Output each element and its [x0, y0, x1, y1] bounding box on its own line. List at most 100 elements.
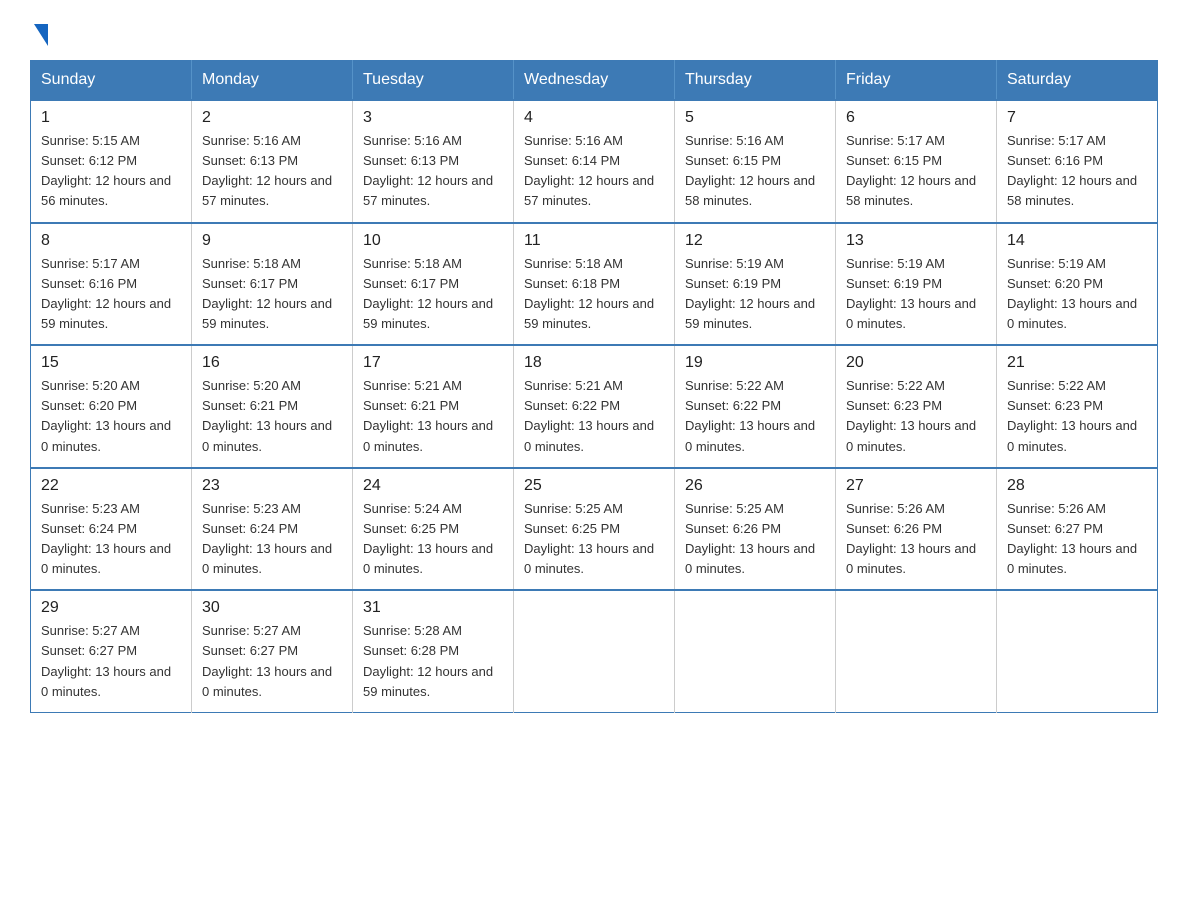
day-info: Sunrise: 5:19 AMSunset: 6:19 PMDaylight:…: [685, 254, 825, 335]
calendar-header-tuesday: Tuesday: [353, 61, 514, 101]
day-number: 15: [41, 354, 181, 372]
day-info: Sunrise: 5:24 AMSunset: 6:25 PMDaylight:…: [363, 499, 503, 580]
calendar-cell: 2 Sunrise: 5:16 AMSunset: 6:13 PMDaylight…: [192, 100, 353, 223]
calendar-cell: [514, 590, 675, 712]
day-info: Sunrise: 5:16 AMSunset: 6:15 PMDaylight:…: [685, 131, 825, 212]
day-number: 10: [363, 232, 503, 250]
calendar-cell: 23 Sunrise: 5:23 AMSunset: 6:24 PMDayligh…: [192, 468, 353, 591]
day-info: Sunrise: 5:22 AMSunset: 6:23 PMDaylight:…: [846, 376, 986, 457]
calendar-cell: [836, 590, 997, 712]
calendar-header-wednesday: Wednesday: [514, 61, 675, 101]
day-number: 22: [41, 477, 181, 495]
day-info: Sunrise: 5:23 AMSunset: 6:24 PMDaylight:…: [41, 499, 181, 580]
day-number: 7: [1007, 109, 1147, 127]
day-number: 26: [685, 477, 825, 495]
day-number: 5: [685, 109, 825, 127]
calendar-cell: 11Sunrise: 5:18 AMSunset: 6:18 PMDayligh…: [514, 223, 675, 346]
day-info: Sunrise: 5:16 AMSunset: 6:14 PMDaylight:…: [524, 131, 664, 212]
calendar-cell: 25 Sunrise: 5:25 AMSunset: 6:25 PMDayligh…: [514, 468, 675, 591]
calendar-week-row: 8 Sunrise: 5:17 AMSunset: 6:16 PMDaylight…: [31, 223, 1158, 346]
day-info: Sunrise: 5:16 AMSunset: 6:13 PMDaylight:…: [202, 131, 342, 212]
day-number: 30: [202, 599, 342, 617]
calendar-header-monday: Monday: [192, 61, 353, 101]
day-number: 3: [363, 109, 503, 127]
calendar-cell: 6 Sunrise: 5:17 AMSunset: 6:15 PMDaylight…: [836, 100, 997, 223]
day-info: Sunrise: 5:23 AMSunset: 6:24 PMDaylight:…: [202, 499, 342, 580]
calendar-cell: 14 Sunrise: 5:19 AMSunset: 6:20 PMDayligh…: [997, 223, 1158, 346]
day-info: Sunrise: 5:21 AMSunset: 6:21 PMDaylight:…: [363, 376, 503, 457]
calendar-cell: 7Sunrise: 5:17 AMSunset: 6:16 PMDaylight…: [997, 100, 1158, 223]
day-info: Sunrise: 5:20 AMSunset: 6:21 PMDaylight:…: [202, 376, 342, 457]
calendar-cell: 4 Sunrise: 5:16 AMSunset: 6:14 PMDaylight…: [514, 100, 675, 223]
calendar-cell: 15 Sunrise: 5:20 AMSunset: 6:20 PMDayligh…: [31, 345, 192, 468]
day-number: 20: [846, 354, 986, 372]
day-number: 16: [202, 354, 342, 372]
day-number: 6: [846, 109, 986, 127]
day-number: 17: [363, 354, 503, 372]
day-info: Sunrise: 5:17 AMSunset: 6:16 PMDaylight:…: [41, 254, 181, 335]
calendar-cell: 19Sunrise: 5:22 AMSunset: 6:22 PMDayligh…: [675, 345, 836, 468]
page-header: [30, 20, 1158, 42]
calendar-header-friday: Friday: [836, 61, 997, 101]
calendar-cell: 1 Sunrise: 5:15 AMSunset: 6:12 PMDaylight…: [31, 100, 192, 223]
logo: [30, 20, 48, 42]
calendar-table: SundayMondayTuesdayWednesdayThursdayFrid…: [30, 60, 1158, 713]
day-number: 24: [363, 477, 503, 495]
calendar-cell: 17 Sunrise: 5:21 AMSunset: 6:21 PMDayligh…: [353, 345, 514, 468]
day-info: Sunrise: 5:26 AMSunset: 6:27 PMDaylight:…: [1007, 499, 1147, 580]
calendar-cell: 13Sunrise: 5:19 AMSunset: 6:19 PMDayligh…: [836, 223, 997, 346]
day-info: Sunrise: 5:21 AMSunset: 6:22 PMDaylight:…: [524, 376, 664, 457]
calendar-cell: 24 Sunrise: 5:24 AMSunset: 6:25 PMDayligh…: [353, 468, 514, 591]
day-info: Sunrise: 5:27 AMSunset: 6:27 PMDaylight:…: [202, 621, 342, 702]
calendar-cell: 21Sunrise: 5:22 AMSunset: 6:23 PMDayligh…: [997, 345, 1158, 468]
day-number: 12: [685, 232, 825, 250]
calendar-cell: 22 Sunrise: 5:23 AMSunset: 6:24 PMDayligh…: [31, 468, 192, 591]
day-info: Sunrise: 5:26 AMSunset: 6:26 PMDaylight:…: [846, 499, 986, 580]
day-info: Sunrise: 5:18 AMSunset: 6:17 PMDaylight:…: [363, 254, 503, 335]
calendar-cell: 30 Sunrise: 5:27 AMSunset: 6:27 PMDayligh…: [192, 590, 353, 712]
day-info: Sunrise: 5:18 AMSunset: 6:17 PMDaylight:…: [202, 254, 342, 335]
calendar-cell: 12 Sunrise: 5:19 AMSunset: 6:19 PMDayligh…: [675, 223, 836, 346]
day-number: 9: [202, 232, 342, 250]
day-info: Sunrise: 5:17 AMSunset: 6:15 PMDaylight:…: [846, 131, 986, 212]
day-info: Sunrise: 5:15 AMSunset: 6:12 PMDaylight:…: [41, 131, 181, 212]
day-info: Sunrise: 5:16 AMSunset: 6:13 PMDaylight:…: [363, 131, 503, 212]
calendar-cell: 20 Sunrise: 5:22 AMSunset: 6:23 PMDayligh…: [836, 345, 997, 468]
day-number: 31: [363, 599, 503, 617]
day-number: 27: [846, 477, 986, 495]
day-number: 4: [524, 109, 664, 127]
calendar-header-sunday: Sunday: [31, 61, 192, 101]
day-info: Sunrise: 5:25 AMSunset: 6:26 PMDaylight:…: [685, 499, 825, 580]
calendar-cell: 5 Sunrise: 5:16 AMSunset: 6:15 PMDaylight…: [675, 100, 836, 223]
day-info: Sunrise: 5:20 AMSunset: 6:20 PMDaylight:…: [41, 376, 181, 457]
day-info: Sunrise: 5:19 AMSunset: 6:20 PMDaylight:…: [1007, 254, 1147, 335]
calendar-cell: 10 Sunrise: 5:18 AMSunset: 6:17 PMDayligh…: [353, 223, 514, 346]
day-info: Sunrise: 5:27 AMSunset: 6:27 PMDaylight:…: [41, 621, 181, 702]
calendar-cell: [997, 590, 1158, 712]
day-number: 2: [202, 109, 342, 127]
calendar-week-row: 1 Sunrise: 5:15 AMSunset: 6:12 PMDaylight…: [31, 100, 1158, 223]
day-info: Sunrise: 5:18 AMSunset: 6:18 PMDaylight:…: [524, 254, 664, 335]
calendar-cell: 16 Sunrise: 5:20 AMSunset: 6:21 PMDayligh…: [192, 345, 353, 468]
calendar-week-row: 22 Sunrise: 5:23 AMSunset: 6:24 PMDayligh…: [31, 468, 1158, 591]
day-number: 29: [41, 599, 181, 617]
day-number: 25: [524, 477, 664, 495]
calendar-header-thursday: Thursday: [675, 61, 836, 101]
day-info: Sunrise: 5:25 AMSunset: 6:25 PMDaylight:…: [524, 499, 664, 580]
calendar-header-saturday: Saturday: [997, 61, 1158, 101]
day-number: 14: [1007, 232, 1147, 250]
calendar-cell: 28Sunrise: 5:26 AMSunset: 6:27 PMDayligh…: [997, 468, 1158, 591]
day-number: 21: [1007, 354, 1147, 372]
day-number: 18: [524, 354, 664, 372]
calendar-week-row: 29 Sunrise: 5:27 AMSunset: 6:27 PMDayligh…: [31, 590, 1158, 712]
day-number: 8: [41, 232, 181, 250]
calendar-cell: 9 Sunrise: 5:18 AMSunset: 6:17 PMDaylight…: [192, 223, 353, 346]
day-number: 1: [41, 109, 181, 127]
calendar-cell: 3 Sunrise: 5:16 AMSunset: 6:13 PMDaylight…: [353, 100, 514, 223]
calendar-header-row: SundayMondayTuesdayWednesdayThursdayFrid…: [31, 61, 1158, 101]
calendar-cell: 8 Sunrise: 5:17 AMSunset: 6:16 PMDaylight…: [31, 223, 192, 346]
day-number: 23: [202, 477, 342, 495]
calendar-cell: [675, 590, 836, 712]
day-info: Sunrise: 5:22 AMSunset: 6:22 PMDaylight:…: [685, 376, 825, 457]
day-number: 13: [846, 232, 986, 250]
